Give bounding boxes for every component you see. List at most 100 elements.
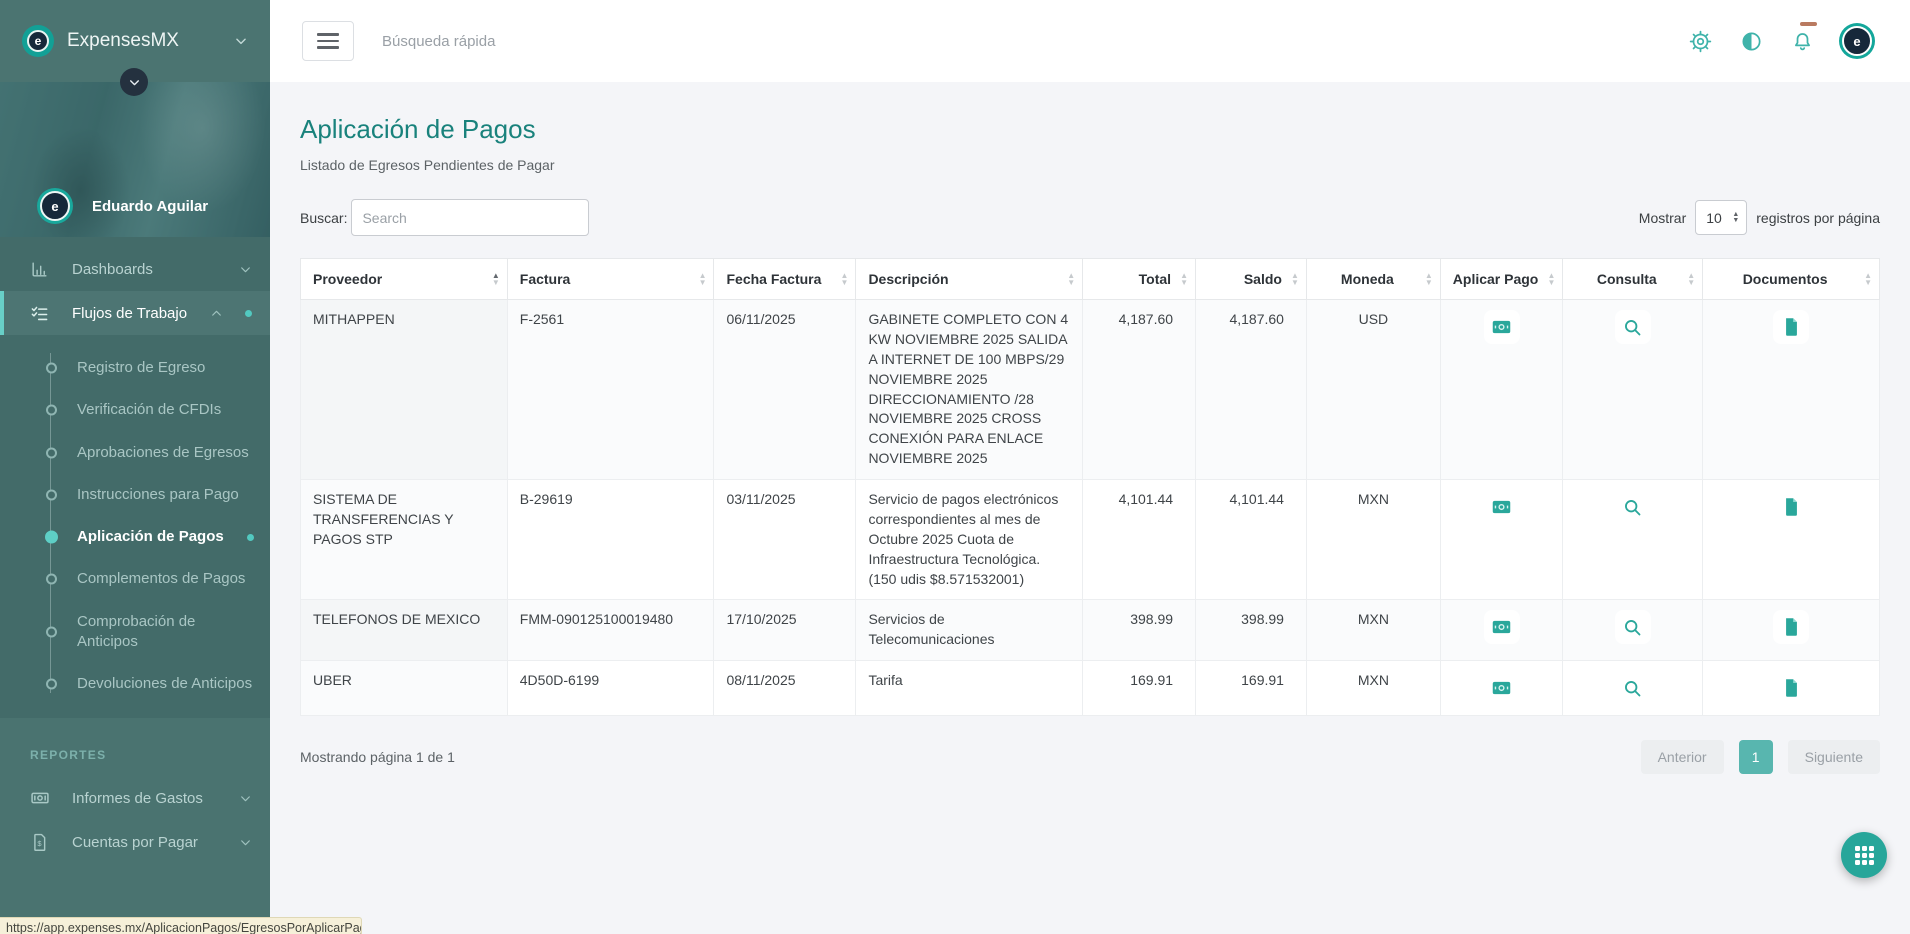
sidebar-item-comprobacion-de-anticipos[interactable]: Comprobación de Anticipos [0,601,270,664]
sidebar-item-label: Verificación de CFDIs [77,400,254,420]
current-page-button[interactable]: 1 [1739,740,1773,774]
column-header-label: Total [1139,271,1171,287]
table-row: UBER4D50D-619908/11/2025Tarifa169.91169.… [301,661,1880,716]
expenses-table: Proveedor▲▼Factura▲▼Fecha Factura▲▼Descr… [300,258,1880,716]
column-header-moneda[interactable]: Moneda▲▼ [1306,259,1440,300]
cell-aplicar-pago [1440,661,1563,716]
status-dot [247,534,254,541]
column-header-total[interactable]: Total ▲▼ [1083,259,1196,300]
column-header-documentos[interactable]: Documentos▲▼ [1703,259,1880,300]
column-header-proveedor[interactable]: Proveedor▲▼ [301,259,508,300]
cell-consulta [1563,661,1703,716]
column-header-saldo[interactable]: Saldo▲▼ [1196,259,1307,300]
consulta-button[interactable] [1615,490,1651,524]
cell-descripcion: Servicio de pagos electrónicos correspon… [856,480,1083,600]
sidebar-item-instrucciones-para-pago[interactable]: Instrucciones para Pago [0,474,270,516]
aplicar-pago-button[interactable] [1484,490,1520,524]
cell-documentos [1703,661,1880,716]
cell-aplicar-pago [1440,480,1563,600]
column-header-label: Aplicar Pago [1453,271,1539,287]
aplicar-pago-button[interactable] [1484,671,1520,705]
brand-logo-letter: e [27,30,49,52]
user-avatar[interactable]: e [1842,26,1872,56]
previous-page-button[interactable]: Anterior [1641,740,1724,774]
sidebar-item-label: Flujos de Trabajo [72,305,188,322]
sidebar-item-label: Devoluciones de Anticipos [77,674,254,694]
table-search-input[interactable] [351,199,589,236]
gear-icon[interactable] [1689,30,1712,53]
search-icon [1622,678,1643,699]
documentos-button[interactable] [1773,671,1809,705]
sidebar-item-label: Dashboards [72,261,217,278]
sidebar-item-informes-de-gastos[interactable]: Informes de Gastos [0,776,270,820]
quick-search-input[interactable] [382,33,1661,50]
aplicar-pago-button[interactable] [1484,610,1520,644]
cell-saldo: 398.99 [1196,600,1307,661]
cell-moneda: USD [1306,300,1440,480]
sidebar-item-complementos-de-pagos[interactable]: Complementos de Pagos [0,558,270,600]
column-header-aplicar-pago[interactable]: Aplicar Pago▲▼ [1440,259,1563,300]
cell-proveedor: TELEFONOS DE MEXICO [301,600,508,661]
sidebar-item-flujos-de-trabajo[interactable]: Flujos de Trabajo [0,291,270,335]
consulta-button[interactable] [1615,310,1651,344]
apps-grid-button[interactable] [1841,832,1887,878]
cell-descripcion: GABINETE COMPLETO CON 4 KW NOVIEMBRE 202… [856,300,1083,480]
cell-moneda: MXN [1306,600,1440,661]
sidebar-item-verificacion-de-cfdis[interactable]: Verificación de CFDIs [0,389,270,431]
cell-documentos [1703,300,1880,480]
hamburger-menu-button[interactable] [302,21,354,61]
column-header-label: Documentos [1743,271,1828,287]
consulta-button[interactable] [1615,671,1651,705]
sort-arrows-icon: ▲▼ [841,272,849,286]
sidebar-item-registro-de-egreso[interactable]: Registro de Egreso [0,347,270,389]
cell-fecha-factura: 08/11/2025 [714,661,856,716]
invoice-icon: $ [30,833,50,852]
chevron-down-icon[interactable] [234,34,248,48]
aplicar-pago-button[interactable] [1484,310,1520,344]
sidebar-item-label: Instrucciones para Pago [77,485,254,505]
money-bill-icon [1491,618,1512,636]
column-header-fecha-factura[interactable]: Fecha Factura▲▼ [714,259,856,300]
sidebar-item-devoluciones-de-anticipos[interactable]: Devoluciones de Anticipos [0,663,270,705]
documentos-button[interactable] [1773,310,1809,344]
money-bill-icon [30,788,50,808]
column-header-consulta[interactable]: Consulta▲▼ [1563,259,1703,300]
sidebar-item-dashboards[interactable]: Dashboards [0,247,270,291]
sidebar-item-label: Complementos de Pagos [77,569,254,589]
svg-text:$: $ [37,838,42,847]
workflow-submenu: Registro de Egreso Verificación de CFDIs A… [0,335,270,715]
column-header-label: Moneda [1341,271,1394,287]
user-name: Eduardo Aguilar [92,198,208,215]
section-label: REPORTES [0,718,270,776]
bell-icon[interactable] [1791,30,1814,53]
next-page-button[interactable]: Siguiente [1788,740,1880,774]
page-size-select[interactable]: 10 ▲▼ [1695,200,1747,235]
bar-chart-icon [30,260,50,279]
sidebar-item-aplicacion-de-pagos[interactable]: Aplicación de Pagos [0,516,270,558]
cell-fecha-factura: 06/11/2025 [714,300,856,480]
chevron-down-icon [239,836,252,849]
sidebar-item-cuentas-por-pagar[interactable]: $ Cuentas por Pagar [0,820,270,864]
column-header-factura[interactable]: Factura▲▼ [507,259,714,300]
chevron-up-icon [210,307,223,320]
column-header-descripcion[interactable]: Descripción▲▼ [856,259,1083,300]
documentos-button[interactable] [1773,610,1809,644]
profile-collapse-button[interactable] [120,68,148,96]
sidebar-item-aprobaciones-de-egresos[interactable]: Aprobaciones de Egresos [0,432,270,474]
consulta-button[interactable] [1615,610,1651,644]
money-bill-icon [1491,498,1512,516]
contrast-icon[interactable] [1740,30,1763,53]
table-row: MITHAPPENF-256106/11/2025GABINETE COMPLE… [301,300,1880,480]
user-avatar[interactable]: e [40,191,70,221]
cell-proveedor: MITHAPPEN [301,300,508,480]
page-title: Aplicación de Pagos [300,114,1880,145]
document-icon [1783,497,1800,517]
money-bill-icon [1491,679,1512,697]
sort-arrows-icon: ▲▼ [1180,272,1188,286]
cell-total: 4,101.44 [1083,480,1196,600]
spinner-arrows-icon: ▲▼ [1732,212,1739,224]
sort-arrows-icon: ▲▼ [1067,272,1075,286]
documentos-button[interactable] [1773,490,1809,524]
cell-consulta [1563,600,1703,661]
cell-saldo: 4,101.44 [1196,480,1307,600]
